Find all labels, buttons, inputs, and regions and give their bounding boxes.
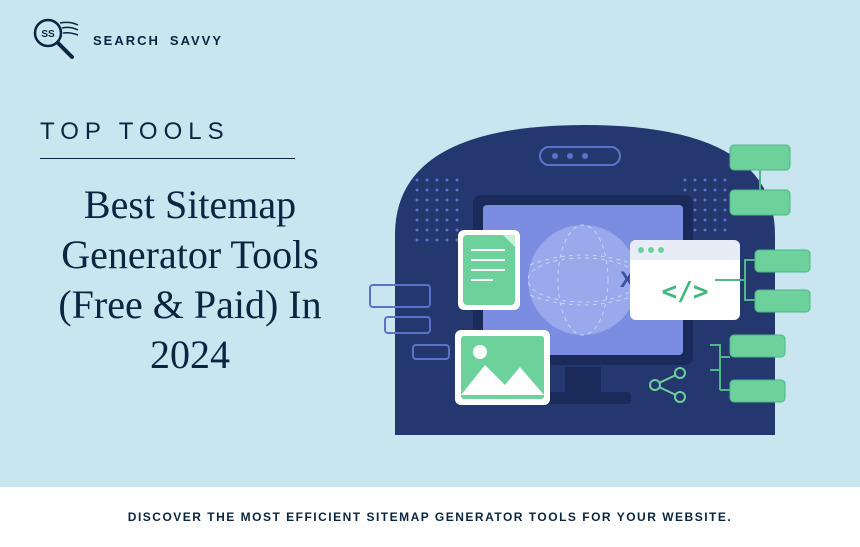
- svg-text:SS: SS: [41, 29, 55, 40]
- site-logo: SS SEARCH SAVVY: [30, 15, 228, 65]
- hero-illustration: XML </: [355, 105, 815, 455]
- category-label: TOP TOOLS: [40, 118, 230, 146]
- svg-text:</>: </>: [662, 277, 709, 307]
- divider-line: [40, 158, 295, 159]
- logo-text-right: SAVVY: [170, 33, 223, 48]
- footer-bar: DISCOVER THE MOST EFFICIENT SITEMAP GENE…: [0, 487, 860, 547]
- footer-tagline: DISCOVER THE MOST EFFICIENT SITEMAP GENE…: [128, 510, 732, 524]
- logo-text: SEARCH SAVVY: [88, 33, 228, 48]
- document-icon: [458, 230, 520, 310]
- logo-text-left: SEARCH: [93, 33, 160, 48]
- page-title: Best Sitemap Generator Tools (Free & Pai…: [40, 180, 340, 380]
- image-icon: [455, 330, 550, 405]
- magnifier-icon: SS: [30, 15, 80, 65]
